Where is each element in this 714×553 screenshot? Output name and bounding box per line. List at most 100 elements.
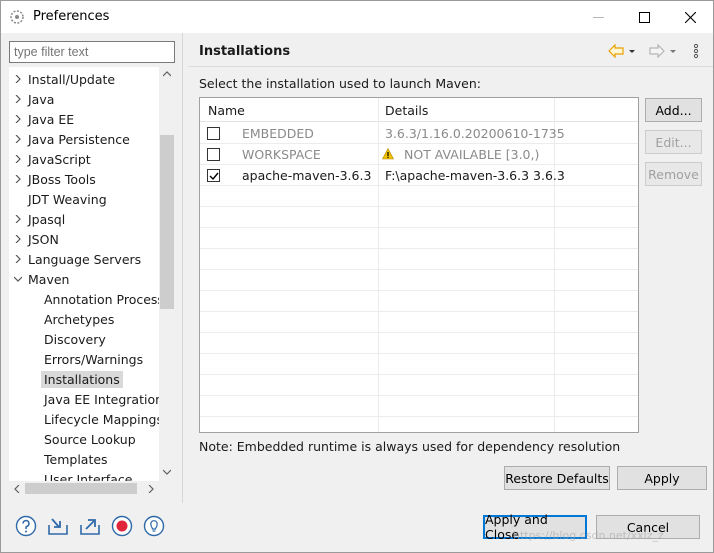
tree-item[interactable]: Source Lookup	[41, 429, 139, 449]
remove-button[interactable]: Remove	[645, 162, 702, 186]
view-menu-button[interactable]	[693, 43, 699, 59]
close-button[interactable]	[667, 1, 713, 33]
table-row[interactable]	[200, 333, 638, 354]
chevron-right-icon[interactable]	[11, 169, 25, 189]
tree-item[interactable]: Java Persistence	[11, 129, 133, 149]
close-icon	[684, 11, 696, 23]
chevron-right-icon[interactable]	[11, 249, 25, 269]
chevron-right-icon[interactable]	[11, 69, 25, 89]
tree-item-label: Java Persistence	[28, 131, 130, 147]
table-row[interactable]: apache-maven-3.6.3 F:\apache-maven-3.6.3 …	[200, 165, 638, 186]
scroll-right-icon[interactable]	[143, 481, 159, 496]
table-row[interactable]	[200, 186, 638, 207]
table-row[interactable]	[200, 207, 638, 228]
tree-item-label: JDT Weaving	[28, 191, 107, 207]
table-row[interactable]	[200, 228, 638, 249]
column-header-name[interactable]: Name	[208, 103, 245, 118]
tree-item[interactable]: Jpasql	[11, 209, 68, 229]
tree-item[interactable]: Java EE Integration	[41, 389, 166, 409]
table-row[interactable]: EMBEDDED 3.6.3/1.16.0.20200610-1735	[200, 123, 638, 144]
import-icon[interactable]	[47, 515, 69, 537]
apply-button[interactable]: Apply	[617, 466, 707, 490]
column-header-details[interactable]: Details	[385, 103, 428, 118]
table-row[interactable]	[200, 396, 638, 417]
tree-item[interactable]: Install/Update	[11, 69, 118, 89]
restore-defaults-button[interactable]: Restore Defaults	[504, 466, 610, 490]
tree-item-label: Maven	[28, 271, 70, 287]
tree-item[interactable]: Annotation Process	[41, 289, 167, 309]
installation-checkbox[interactable]	[207, 169, 220, 182]
table-row[interactable]	[200, 270, 638, 291]
chevron-right-icon[interactable]	[11, 129, 25, 149]
tree-item-label: Archetypes	[44, 311, 115, 327]
add-button[interactable]: Add...	[645, 98, 702, 122]
scroll-down-icon[interactable]	[159, 465, 175, 479]
installation-checkbox[interactable]	[207, 148, 220, 161]
tree-item[interactable]: Installations	[41, 369, 123, 389]
title-bar: Preferences	[1, 1, 713, 33]
page-title: Installations	[199, 44, 291, 59]
tree-item[interactable]: Discovery	[41, 329, 109, 349]
tree-item[interactable]: Java EE	[11, 109, 77, 129]
tree-item[interactable]: JBoss Tools	[11, 169, 99, 189]
tree-item[interactable]: Maven	[11, 269, 72, 289]
tree-item[interactable]: JDT Weaving	[11, 189, 110, 209]
maximize-icon	[638, 11, 650, 23]
tree-item[interactable]: Java	[11, 89, 57, 109]
table-row[interactable]	[200, 417, 638, 432]
table-header: Name Details	[200, 98, 638, 122]
tree-item-label: JavaScript	[28, 151, 91, 167]
tree-item[interactable]: JavaScript	[11, 149, 94, 169]
help-icon[interactable]	[15, 515, 37, 537]
table-row[interactable]	[200, 312, 638, 333]
tree-item-label: JBoss Tools	[28, 171, 96, 187]
vertical-scroll-thumb[interactable]	[160, 135, 174, 309]
preferences-window: Preferences Install/Update Java Java EE Jav…	[0, 0, 714, 553]
forward-arrow-icon	[649, 44, 665, 58]
minimize-button[interactable]	[575, 1, 621, 33]
scroll-up-icon[interactable]	[159, 67, 175, 81]
chevron-right-icon[interactable]	[11, 209, 25, 229]
edit-button[interactable]: Edit...	[645, 130, 702, 154]
scroll-left-icon[interactable]	[9, 481, 25, 496]
tree-item-label: JSON	[28, 231, 59, 247]
tip-icon[interactable]	[143, 515, 165, 537]
forward-dropdown-icon[interactable]	[668, 44, 678, 58]
record-icon[interactable]	[111, 515, 133, 537]
back-button[interactable]	[608, 43, 637, 59]
watermark-text: https://blog.csdn.net/xxlz_z	[513, 529, 664, 542]
chevron-down-icon[interactable]	[11, 269, 25, 289]
tree-item[interactable]: Language Servers	[11, 249, 144, 269]
pane-divider[interactable]	[182, 33, 183, 503]
tree-horizontal-scrollbar[interactable]	[9, 481, 159, 496]
preference-tree: Install/Update Java Java EE Java Persistenc…	[9, 67, 175, 481]
tree-item[interactable]: Errors/Warnings	[41, 349, 146, 369]
chevron-right-icon[interactable]	[11, 229, 25, 249]
chevron-right-icon[interactable]	[11, 149, 25, 169]
table-row[interactable]	[200, 354, 638, 375]
table-row[interactable]	[200, 249, 638, 270]
table-row[interactable]	[200, 375, 638, 396]
tree-vertical-scrollbar[interactable]	[159, 67, 175, 481]
tree-item[interactable]: Archetypes	[41, 309, 117, 329]
installations-table[interactable]: Name Details EMBEDDED 3.6.3/1.16.0.202006…	[199, 97, 639, 433]
table-row[interactable]	[200, 291, 638, 312]
back-arrow-icon	[608, 44, 624, 58]
table-row[interactable]: WORKSPACE NOT AVAILABLE [3.0,)	[200, 144, 638, 165]
tree-item[interactable]: JSON	[11, 229, 62, 249]
back-dropdown-icon[interactable]	[627, 44, 637, 58]
forward-button[interactable]	[649, 43, 678, 59]
installation-name: apache-maven-3.6.3	[242, 168, 372, 183]
installation-checkbox[interactable]	[207, 127, 220, 140]
export-icon[interactable]	[79, 515, 101, 537]
tree-item[interactable]: Lifecycle Mappings	[41, 409, 166, 429]
minimize-icon	[592, 16, 604, 18]
tree-item[interactable]: User Interface	[41, 469, 135, 482]
chevron-right-icon[interactable]	[11, 109, 25, 129]
filter-input[interactable]	[9, 41, 175, 63]
tree-item-label: Language Servers	[28, 251, 142, 267]
tree-item[interactable]: Templates	[41, 449, 111, 469]
maximize-button[interactable]	[621, 1, 667, 33]
horizontal-scroll-thumb[interactable]	[25, 483, 137, 494]
chevron-right-icon[interactable]	[11, 89, 25, 109]
